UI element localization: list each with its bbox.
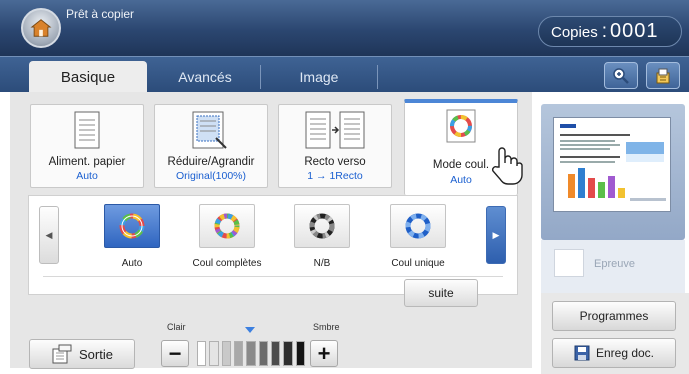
home-button[interactable] (21, 8, 61, 48)
density-level-marker (245, 327, 255, 333)
density-decrease-button[interactable]: − (161, 340, 189, 367)
arrow-right-icon: ▶ (492, 229, 500, 240)
save-doc-label: Enreg doc. (595, 346, 655, 360)
tab-basique[interactable]: Basique (29, 61, 147, 93)
output-label: Sortie (79, 346, 113, 362)
scroll-right-button[interactable]: ▶ (486, 206, 506, 264)
proof-copy-label: Epreuve (594, 258, 635, 270)
option-auto[interactable]: Auto (77, 204, 187, 269)
duplex-value: 1 → 1Recto (307, 170, 363, 182)
zoom-button[interactable] (604, 62, 638, 89)
reduce-enlarge-icon (192, 111, 227, 149)
programmes-button[interactable]: Programmes (552, 301, 676, 331)
option-single-color-box (390, 204, 446, 248)
job-status-icon (656, 68, 670, 83)
copies-counter[interactable]: Copies : 0001 (538, 16, 682, 47)
status-message: Prêt à copier (66, 7, 135, 21)
paper-supply-button[interactable]: Aliment. papier Auto (30, 104, 144, 188)
option-single-color[interactable]: Coul unique (363, 204, 473, 269)
preview-thumbnail[interactable] (553, 117, 671, 212)
paper-supply-value: Auto (76, 170, 98, 182)
status-bar: Prêt à copier Copies : 0001 (0, 0, 689, 56)
option-black-white[interactable]: N/B (267, 204, 377, 269)
color-auto-icon (119, 213, 145, 239)
pointer-hand-icon (492, 147, 523, 185)
paper-supply-label: Aliment. papier (48, 156, 126, 168)
option-full-color-box (199, 204, 255, 248)
zoom-icon (613, 67, 629, 84)
basic-settings-panel: Aliment. papier Auto Réduire/Agrandir Or… (10, 92, 532, 368)
color-mode-icon (446, 109, 476, 143)
home-icon (30, 19, 52, 37)
options-divider (43, 276, 503, 277)
option-auto-label: Auto (121, 258, 143, 269)
color-mode-button[interactable]: Mode coul. Auto (404, 99, 523, 195)
density-step (283, 341, 293, 366)
density-scale (197, 341, 305, 366)
proof-copy-area: Epreuve (541, 240, 685, 293)
save-doc-button[interactable]: Enreg doc. (552, 338, 676, 368)
copies-value: 0001 (609, 20, 659, 42)
density-increase-button[interactable]: + (310, 340, 338, 367)
floppy-disk-icon (574, 345, 590, 361)
duplex-icon (305, 111, 365, 149)
reduce-enlarge-button[interactable]: Réduire/Agrandir Original(100%) (154, 104, 268, 188)
arrow-left-icon: ◀ (45, 229, 53, 240)
tab-bar: Basique Avancés Image (0, 56, 689, 93)
option-full-color[interactable]: Coul complètes (172, 204, 282, 269)
density-step (270, 341, 281, 366)
option-single-color-label: Coul unique (391, 258, 445, 269)
option-black-white-label: N/B (313, 258, 331, 269)
tab-avances[interactable]: Avancés (150, 61, 260, 93)
density-step (258, 341, 268, 366)
density-step (209, 341, 219, 366)
black-white-icon (309, 213, 335, 239)
option-black-white-box (294, 204, 350, 248)
density-light-label: Clair (167, 322, 186, 332)
full-color-icon (214, 213, 240, 239)
output-icon (52, 344, 72, 364)
density-dark-label: Smbre (313, 322, 340, 332)
density-step (246, 341, 256, 366)
copies-label: Copies (551, 24, 598, 41)
paper-tray-icon (74, 111, 100, 149)
proof-copy-checkbox[interactable] (554, 249, 584, 277)
single-color-icon (405, 213, 431, 239)
preview-document-image (560, 124, 666, 201)
tab-image[interactable]: Image (261, 61, 377, 93)
density-step (233, 341, 244, 366)
preview-panel (541, 104, 685, 240)
tab-separator (377, 65, 378, 89)
job-status-button[interactable] (646, 62, 680, 89)
density-step (221, 341, 231, 366)
copies-colon: : (601, 21, 607, 42)
reduce-enlarge-value: Original(100%) (175, 170, 247, 182)
option-full-color-label: Coul complètes (192, 258, 262, 269)
option-auto-box (104, 204, 160, 248)
duplex-label: Recto verso (304, 156, 366, 168)
density-step (295, 341, 305, 366)
reduce-enlarge-label: Réduire/Agrandir (167, 156, 255, 168)
density-step (197, 341, 207, 366)
scroll-left-button[interactable]: ◀ (39, 206, 59, 264)
output-button[interactable]: Sortie (29, 339, 135, 369)
suite-button[interactable]: suite (404, 279, 478, 307)
duplex-button[interactable]: Recto verso 1 → 1Recto (278, 104, 392, 188)
